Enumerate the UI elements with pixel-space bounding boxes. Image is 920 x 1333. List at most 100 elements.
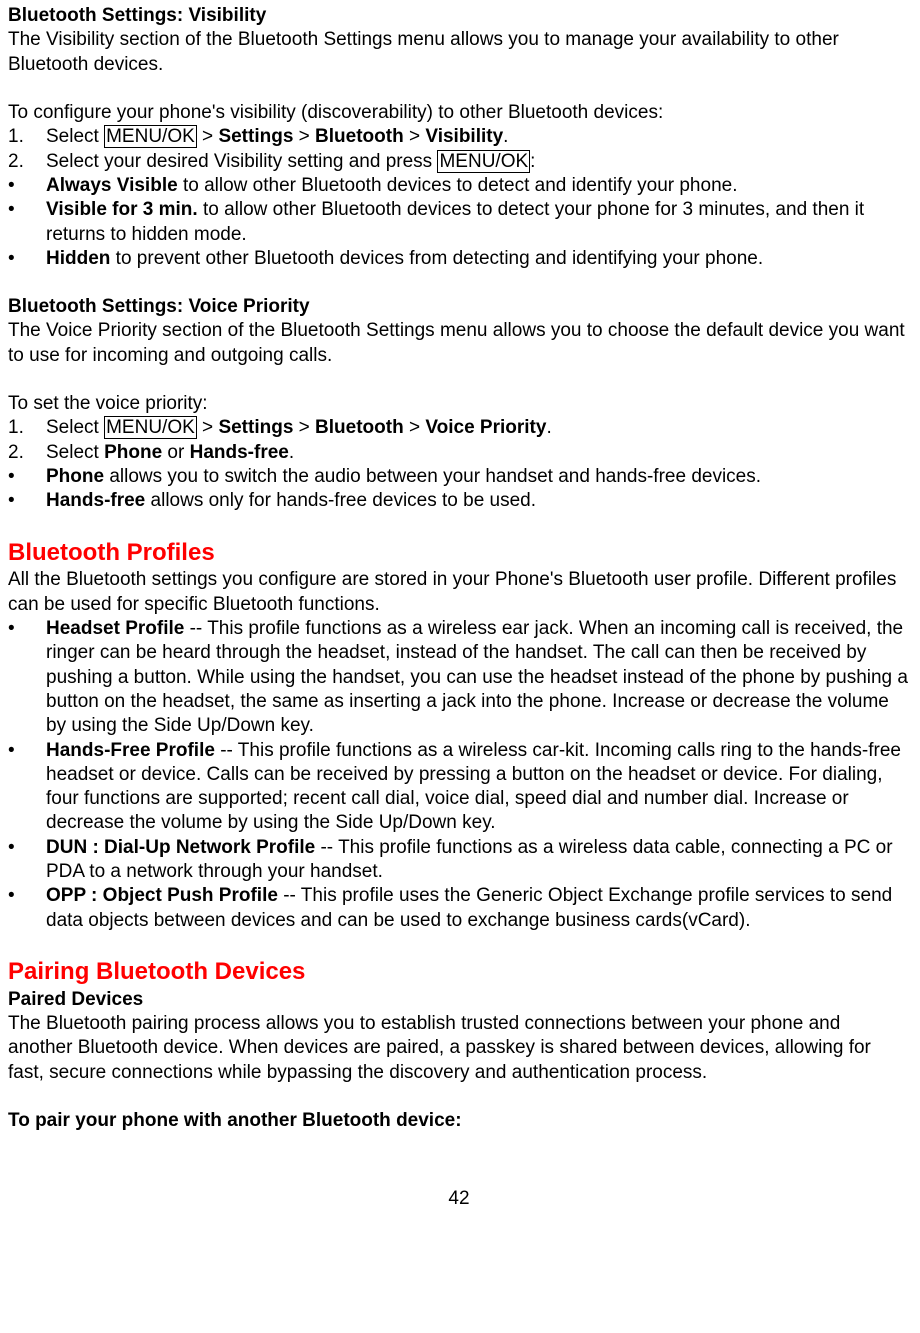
option-always-visible: Always Visible — [46, 175, 178, 196]
text: . — [503, 126, 508, 147]
menu-ok-key: MENU/OK — [437, 150, 530, 173]
list-item: • Always Visible to allow other Bluetoot… — [8, 174, 910, 198]
list-number: 2. — [8, 150, 46, 174]
spacer — [8, 514, 910, 538]
list-body: Phone allows you to switch the audio bet… — [46, 465, 910, 489]
list-body: Hands-free allows only for hands-free de… — [46, 489, 910, 513]
list-item: • Visible for 3 min. to allow other Blue… — [8, 198, 910, 247]
lead-visibility: To configure your phone's visibility (di… — [8, 101, 910, 125]
option-hidden: Hidden — [46, 248, 110, 269]
bullet-icon: • — [8, 465, 46, 489]
heading-visibility: Bluetooth Settings: Visibility — [8, 4, 910, 28]
text: Select — [46, 417, 104, 438]
list-item: 1. Select MENU/OK > Settings > Bluetooth… — [8, 416, 910, 440]
text: Select — [46, 126, 104, 147]
list-body: DUN : Dial-Up Network Profile -- This pr… — [46, 836, 910, 885]
text: . — [289, 442, 294, 463]
text: > — [293, 417, 315, 438]
intro-pairing: The Bluetooth pairing process allows you… — [8, 1012, 910, 1085]
heading-bluetooth-profiles: Bluetooth Profiles — [8, 538, 910, 569]
menu-ok-key: MENU/OK — [104, 416, 197, 439]
profile-dun: DUN : Dial-Up Network Profile — [46, 837, 315, 858]
option-phone: Phone — [104, 442, 162, 463]
bullet-icon: • — [8, 247, 46, 271]
lead-voice-priority: To set the voice priority: — [8, 392, 910, 416]
lead-pairing: To pair your phone with another Bluetoot… — [8, 1109, 910, 1133]
list-number: 2. — [8, 441, 46, 465]
text: > — [197, 417, 219, 438]
text: allows you to switch the audio between y… — [104, 466, 761, 487]
list-item: • OPP : Object Push Profile -- This prof… — [8, 884, 910, 933]
heading-voice-priority: Bluetooth Settings: Voice Priority — [8, 295, 910, 319]
text: > — [404, 417, 426, 438]
spacer — [8, 368, 910, 392]
heading-pairing: Pairing Bluetooth Devices — [8, 957, 910, 988]
text: Select — [46, 442, 104, 463]
text: allows only for hands-free devices to be… — [145, 490, 536, 511]
list-body: Visible for 3 min. to allow other Blueto… — [46, 198, 910, 247]
bullet-icon: • — [8, 836, 46, 885]
text: > — [197, 126, 219, 147]
list-body: Select MENU/OK > Settings > Bluetooth > … — [46, 416, 910, 440]
subheading-paired-devices: Paired Devices — [8, 988, 910, 1012]
profiles-list: • Headset Profile -- This profile functi… — [8, 617, 910, 933]
spacer — [8, 271, 910, 295]
list-item: 2. Select your desired Visibility settin… — [8, 150, 910, 174]
profile-headset: Headset Profile — [46, 618, 184, 639]
list-item: • Hands-free allows only for hands-free … — [8, 489, 910, 513]
text: or — [162, 442, 189, 463]
path-settings: Settings — [218, 126, 293, 147]
intro-visibility: The Visibility section of the Bluetooth … — [8, 28, 910, 77]
text: > — [293, 126, 315, 147]
list-body: OPP : Object Push Profile -- This profil… — [46, 884, 910, 933]
text: > — [404, 126, 426, 147]
text: Select your desired Visibility setting a… — [46, 151, 437, 172]
option-visible-3min: Visible for 3 min. — [46, 199, 198, 220]
list-item: • Headset Profile -- This profile functi… — [8, 617, 910, 739]
bullet-icon: • — [8, 174, 46, 198]
intro-voice-priority: The Voice Priority section of the Blueto… — [8, 319, 910, 368]
text: to allow other Bluetooth devices to dete… — [178, 175, 738, 196]
spacer — [8, 933, 910, 957]
list-item: • Hands-Free Profile -- This profile fun… — [8, 739, 910, 836]
visibility-steps: 1. Select MENU/OK > Settings > Bluetooth… — [8, 125, 910, 174]
option-phone: Phone — [46, 466, 104, 487]
list-body: Select MENU/OK > Settings > Bluetooth > … — [46, 125, 910, 149]
visibility-options: • Always Visible to allow other Bluetoot… — [8, 174, 910, 271]
text: to prevent other Bluetooth devices from … — [110, 248, 763, 269]
list-body: Hidden to prevent other Bluetooth device… — [46, 247, 910, 271]
list-item: 1. Select MENU/OK > Settings > Bluetooth… — [8, 125, 910, 149]
path-visibility: Visibility — [425, 126, 503, 147]
page-number: 42 — [8, 1187, 910, 1211]
voice-priority-options: • Phone allows you to switch the audio b… — [8, 465, 910, 514]
path-settings: Settings — [218, 417, 293, 438]
bullet-icon: • — [8, 739, 46, 836]
path-voice-priority: Voice Priority — [425, 417, 546, 438]
voice-priority-steps: 1. Select MENU/OK > Settings > Bluetooth… — [8, 416, 910, 465]
list-body: Always Visible to allow other Bluetooth … — [46, 174, 910, 198]
list-body: Headset Profile -- This profile function… — [46, 617, 910, 739]
intro-profiles: All the Bluetooth settings you configure… — [8, 568, 910, 617]
text: : — [530, 151, 535, 172]
path-bluetooth: Bluetooth — [315, 126, 404, 147]
option-handsfree: Hands-free — [46, 490, 145, 511]
list-item: 2. Select Phone or Hands-free. — [8, 441, 910, 465]
bullet-icon: • — [8, 489, 46, 513]
spacer — [8, 1085, 910, 1109]
bullet-icon: • — [8, 198, 46, 247]
list-number: 1. — [8, 125, 46, 149]
bullet-icon: • — [8, 617, 46, 739]
list-body: Select Phone or Hands-free. — [46, 441, 910, 465]
list-item: • Phone allows you to switch the audio b… — [8, 465, 910, 489]
text: . — [546, 417, 551, 438]
profile-opp: OPP : Object Push Profile — [46, 885, 278, 906]
menu-ok-key: MENU/OK — [104, 125, 197, 148]
list-body: Hands-Free Profile -- This profile funct… — [46, 739, 910, 836]
spacer — [8, 77, 910, 101]
list-item: • DUN : Dial-Up Network Profile -- This … — [8, 836, 910, 885]
bullet-icon: • — [8, 884, 46, 933]
option-handsfree: Hands-free — [190, 442, 289, 463]
list-number: 1. — [8, 416, 46, 440]
profile-handsfree: Hands-Free Profile — [46, 740, 215, 761]
list-body: Select your desired Visibility setting a… — [46, 150, 910, 174]
